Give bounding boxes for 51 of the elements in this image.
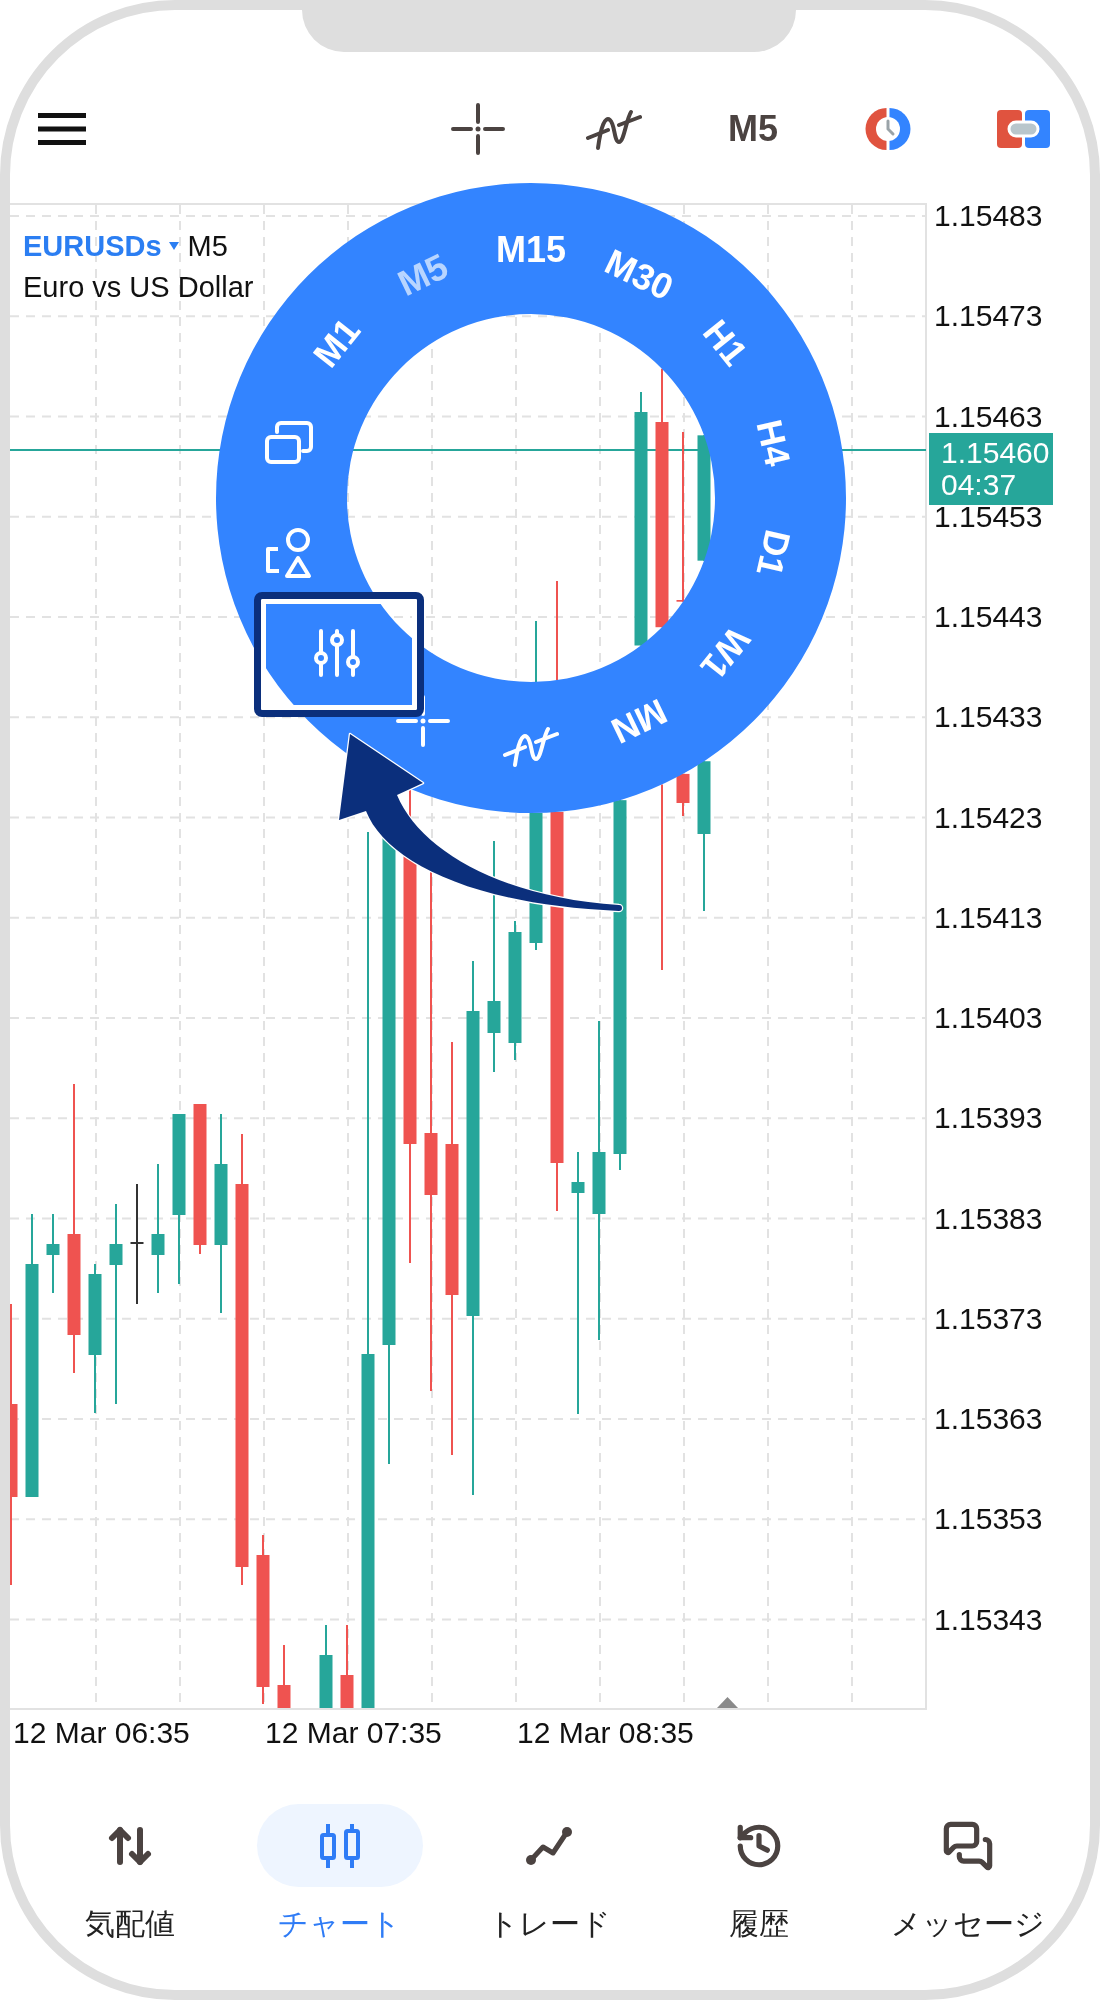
price-label: 1.15343 [934, 1606, 1043, 1633]
price-label: 1.15473 [934, 303, 1043, 330]
price-label: 1.15383 [934, 1205, 1043, 1232]
timeframe-option[interactable]: M5 [392, 246, 455, 303]
time-label: 12 Mar 08:35 [517, 1716, 694, 1750]
nav-tab[interactable]: メッセージ [863, 1804, 1073, 1944]
chart-timeframe: M5 [187, 229, 228, 263]
dropdown-caret-icon[interactable] [168, 242, 179, 250]
current-price: 1.15460 [941, 437, 1050, 469]
timeframe-option[interactable]: H1 [695, 313, 755, 374]
menu-icon[interactable] [38, 112, 86, 145]
line-chart-icon[interactable] [524, 1824, 575, 1867]
timeframe-option[interactable]: MN [605, 692, 673, 751]
candlestick [277, 1644, 291, 1709]
candlestick [676, 772, 690, 817]
timeframe-option[interactable]: M1 [306, 312, 368, 375]
price-label: 1.15433 [934, 704, 1043, 731]
price-label: 1.15483 [934, 203, 1043, 229]
price-label: 1.15453 [934, 503, 1043, 530]
price-label: 1.15413 [934, 904, 1043, 931]
countdown-timer: 04:37 [941, 469, 1017, 501]
symbol-description: Euro vs US Dollar [23, 270, 254, 304]
price-label: 1.15443 [934, 604, 1043, 630]
toggle-icon[interactable] [997, 109, 1050, 148]
stacked-windows-icon[interactable] [264, 420, 315, 465]
price-label: 1.15373 [934, 1305, 1043, 1332]
candlestick [535, 620, 537, 683]
nav-tab[interactable]: 気配値 [25, 1804, 235, 1944]
symbol-name[interactable]: EURUSDs [23, 229, 162, 263]
sliders-icon[interactable] [312, 627, 363, 678]
price-label: 1.15363 [934, 1406, 1043, 1432]
timeframe-button[interactable]: M5 [728, 108, 778, 149]
price-label: 1.15403 [934, 1005, 1043, 1031]
timeframe-option[interactable]: D1 [749, 526, 797, 580]
price-label: 1.15463 [934, 403, 1043, 430]
crosshair-icon[interactable] [451, 102, 505, 155]
timeframe-option[interactable]: M15 [495, 231, 566, 269]
price-label: 1.15393 [934, 1105, 1043, 1132]
timeframe-option[interactable]: M30 [598, 242, 679, 307]
chat-bubbles-icon[interactable] [942, 1819, 995, 1872]
nav-tab[interactable]: チャート [235, 1804, 445, 1944]
timeframe-option[interactable]: W1 [693, 619, 757, 686]
time-label: 12 Mar 06:35 [13, 1716, 190, 1750]
candlestick-icon[interactable] [317, 1821, 362, 1870]
time-label: 12 Mar 07:35 [265, 1716, 442, 1750]
price-label: 1.15423 [934, 804, 1043, 831]
marker-icon [717, 1697, 738, 1708]
price-label: 1.15353 [934, 1506, 1043, 1533]
nav-tab[interactable]: 履歴 [654, 1804, 864, 1944]
timeframe-option[interactable]: H4 [749, 416, 797, 470]
nav-tab[interactable]: トレード [444, 1804, 654, 1944]
